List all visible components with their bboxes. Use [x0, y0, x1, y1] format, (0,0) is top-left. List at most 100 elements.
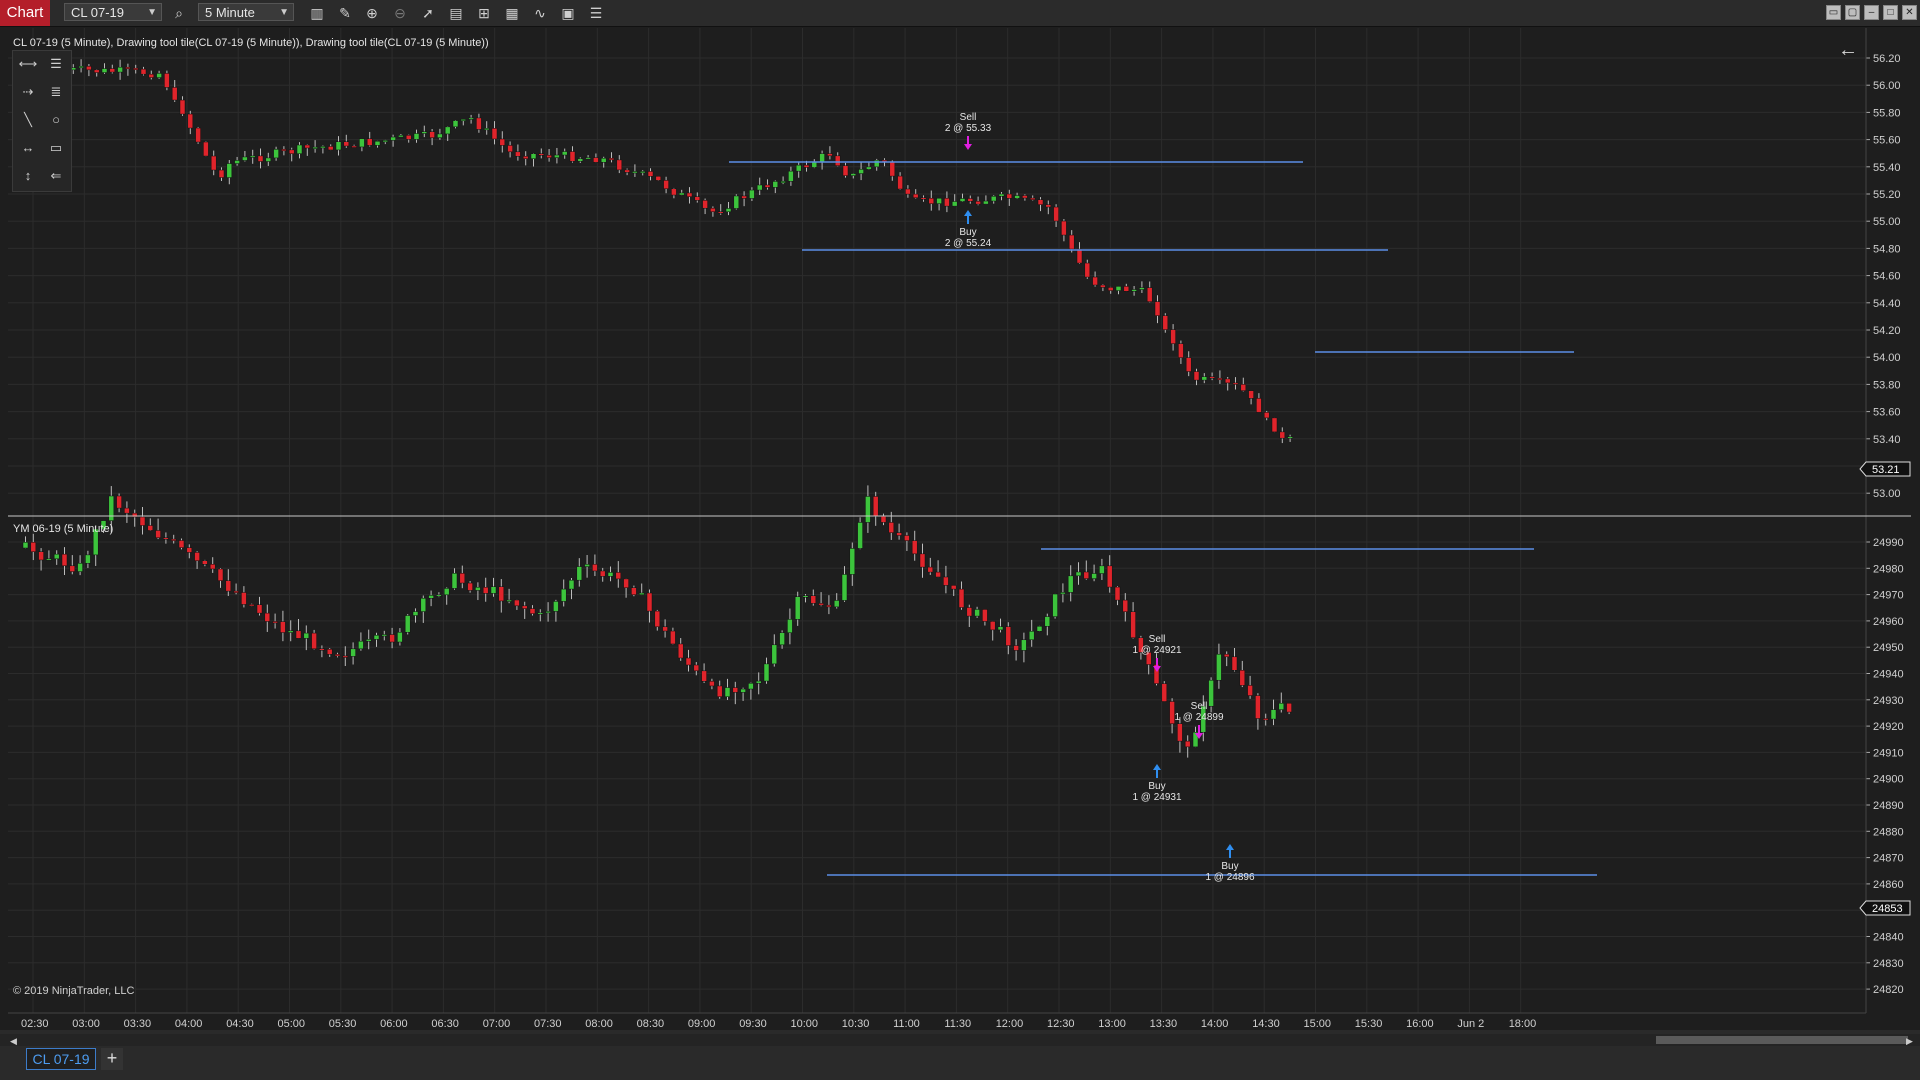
fib-tool-icon[interactable]: ≣ — [45, 81, 67, 103]
interval-selector[interactable]: 5 Minute ▼ — [198, 3, 294, 21]
candle — [1216, 653, 1222, 681]
candle — [242, 156, 248, 161]
restore-icon[interactable]: ▢ — [1845, 5, 1860, 20]
line-tool-icon[interactable]: ⟷ — [17, 53, 39, 75]
candle — [1084, 262, 1091, 278]
pointer-icon[interactable]: ➚ — [419, 4, 437, 22]
candle — [772, 181, 779, 188]
candle — [710, 207, 716, 212]
candle — [78, 66, 84, 69]
candle — [366, 138, 373, 146]
candle — [1005, 626, 1012, 646]
candle — [1178, 343, 1184, 358]
extended-line-icon[interactable]: ↔ — [17, 137, 39, 159]
candle — [1263, 412, 1270, 419]
candle — [623, 578, 629, 588]
horizontal-scrollbar[interactable]: ◀ ▶ — [0, 1034, 1920, 1046]
candle — [482, 587, 489, 594]
trade-label: Buy — [1148, 781, 1165, 792]
instrument-value: CL 07-19 — [71, 5, 124, 20]
pencil-icon[interactable]: ✎ — [336, 4, 354, 22]
ellipse-tool-icon[interactable]: ○ — [45, 109, 67, 131]
search-icon[interactable]: ⌕ — [170, 4, 188, 22]
candle — [1162, 315, 1169, 330]
candle — [225, 580, 232, 592]
candle — [803, 164, 810, 168]
candle — [632, 171, 638, 174]
diagonal-line-icon[interactable]: ╲ — [17, 109, 39, 131]
candle — [86, 66, 92, 71]
candle — [888, 522, 895, 533]
chart-canvas[interactable]: 02:30 03:00 03:30 04:00 04:30 05:00 05:30 06:00… — [8, 28, 1911, 1030]
zoom-in-icon[interactable]: ⊕ — [363, 4, 381, 22]
properties-icon[interactable]: ⊞ — [475, 4, 493, 22]
arrow-tool-icon[interactable]: ⇐ — [45, 165, 67, 187]
chart-window-label[interactable]: Chart — [0, 0, 50, 26]
candle — [950, 585, 957, 590]
minimize-icon[interactable]: – — [1864, 5, 1879, 20]
candle — [749, 189, 755, 199]
rectangle-tool-icon[interactable]: ▭ — [45, 137, 67, 159]
candle — [109, 68, 116, 73]
y-tick-label: 54.20 — [1873, 325, 1901, 337]
buy-arrow-icon — [964, 210, 972, 224]
candle — [1279, 431, 1286, 439]
candle — [741, 195, 747, 199]
candle — [61, 553, 68, 567]
y-tick-label: 53.00 — [1873, 488, 1901, 500]
tab-cl-07-19[interactable]: CL 07-19 — [26, 1048, 96, 1070]
templates-icon[interactable]: ▦ — [503, 4, 521, 22]
chart-area[interactable]: 02:30 03:00 03:30 04:00 04:30 05:00 05:30 06:00… — [8, 28, 1911, 1030]
candle — [966, 607, 973, 617]
candle — [265, 157, 272, 162]
candle — [1256, 398, 1262, 413]
trade-label: 1 @ 24896 — [1205, 872, 1255, 883]
y-tick-label: 24910 — [1873, 747, 1904, 759]
candle — [374, 140, 381, 146]
candle — [303, 632, 310, 639]
candle — [499, 138, 506, 146]
x-tick-label: 14:00 — [1201, 1018, 1229, 1028]
candle — [467, 582, 473, 591]
x-tick-label: 15:30 — [1355, 1018, 1383, 1028]
candle — [1271, 417, 1278, 433]
candle — [320, 146, 326, 149]
candle — [38, 551, 44, 561]
candle — [951, 201, 958, 207]
x-tick-label: 07:30 — [534, 1018, 562, 1028]
back-arrow-icon[interactable]: ← — [1838, 39, 1858, 61]
indicators-icon[interactable]: ▣ — [559, 4, 577, 22]
candle — [725, 208, 732, 213]
add-tab-button[interactable]: + — [101, 1048, 123, 1070]
candle — [655, 176, 662, 181]
strategies-icon[interactable]: ∿ — [531, 4, 549, 22]
candle — [1123, 286, 1130, 292]
x-tick-label: 09:30 — [739, 1018, 767, 1028]
horizontal-lines-icon[interactable]: ☰ — [45, 53, 67, 75]
candle — [351, 145, 357, 148]
maximize-icon[interactable]: □ — [1883, 5, 1898, 20]
tile-icon[interactable]: ▭ — [1826, 5, 1841, 20]
candle — [69, 565, 76, 572]
candle — [1021, 639, 1027, 651]
candle — [101, 68, 108, 73]
x-tick-label: 04:00 — [175, 1018, 203, 1028]
candle — [1217, 377, 1223, 380]
candle — [288, 149, 295, 154]
candle — [234, 160, 240, 164]
bars-icon[interactable]: ▥ — [308, 4, 326, 22]
x-tick-label: 05:00 — [278, 1018, 306, 1028]
zoom-out-icon[interactable]: ⊖ — [391, 4, 409, 22]
data-box-icon[interactable]: ▤ — [447, 4, 465, 22]
close-icon[interactable]: ✕ — [1902, 5, 1917, 20]
y-tick-label: 24880 — [1873, 826, 1904, 838]
x-tick-label: Jun 2 — [1457, 1018, 1484, 1028]
vertical-line-icon[interactable]: ↕ — [17, 165, 39, 187]
drawing-lines[interactable] — [729, 161, 1597, 876]
instrument-selector[interactable]: CL 07-19 ▼ — [64, 3, 162, 21]
ray-tool-icon[interactable]: ⇢ — [17, 81, 39, 103]
y-tick-label: 56.20 — [1873, 53, 1901, 65]
list-icon[interactable]: ☰ — [587, 4, 605, 22]
candle — [1139, 287, 1145, 290]
candle — [343, 141, 350, 147]
